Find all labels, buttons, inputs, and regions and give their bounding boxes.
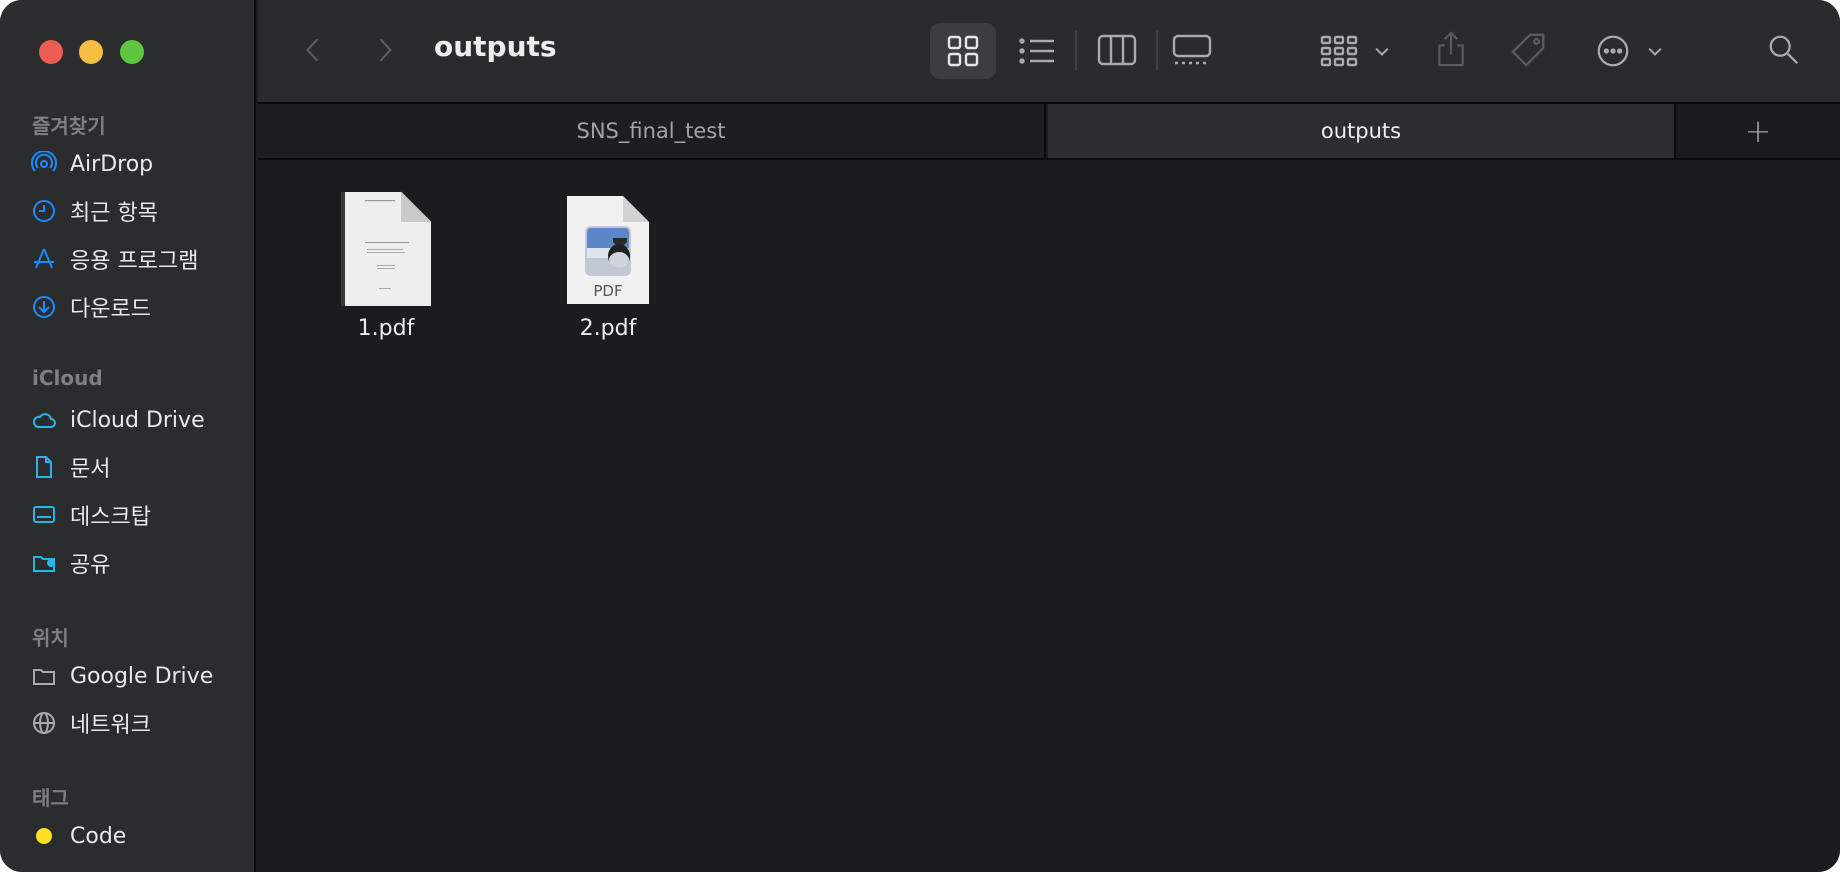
download-icon [30, 293, 58, 321]
finder-window: 즐겨찾기 AirDrop 최근 항목 응용 프로그램 다운로드 iCloud i… [0, 0, 1840, 872]
maximize-button[interactable] [120, 40, 144, 64]
sidebar-item-documents[interactable]: 문서 [30, 447, 248, 487]
forward-button[interactable] [370, 32, 400, 68]
search-button[interactable] [1766, 32, 1802, 68]
sidebar-item-google-drive[interactable]: Google Drive [30, 656, 248, 696]
columns-icon [1097, 34, 1137, 66]
tab-sns-final-test[interactable]: SNS_final_test [258, 104, 1046, 158]
sidebar-item-label: AirDrop [70, 151, 154, 177]
plus-icon: + [1744, 112, 1772, 150]
sidebar-item-label: 데스크탑 [70, 505, 151, 530]
close-button[interactable] [39, 40, 63, 64]
ellipsis-circle-icon [1597, 35, 1629, 67]
gallery-icon [1172, 34, 1212, 65]
chevron-down-icon[interactable] [1643, 40, 1667, 64]
sidebar-item-label: 공유 [70, 553, 111, 578]
chevron-left-icon [306, 38, 319, 62]
pdf-badge: PDF [593, 282, 623, 300]
window-title: outputs [434, 30, 557, 63]
sidebar-item-airdrop[interactable]: AirDrop [30, 144, 248, 184]
sidebar: 즐겨찾기 AirDrop 최근 항목 응용 프로그램 다운로드 iCloud i… [0, 0, 256, 872]
folder-icon [30, 662, 58, 690]
tab-bar: SNS_final_test outputs + [258, 104, 1840, 160]
share-icon [1438, 31, 1464, 67]
group-icon [1320, 35, 1358, 67]
share-button[interactable] [1432, 28, 1470, 70]
group-button[interactable] [1320, 34, 1360, 68]
sidebar-item-downloads[interactable]: 다운로드 [30, 287, 248, 327]
back-button[interactable] [298, 32, 328, 68]
airdrop-icon [30, 150, 58, 178]
sidebar-item-tag-code[interactable]: Code [30, 816, 248, 856]
file-name: 1.pdf [357, 316, 415, 341]
list-icon [1019, 38, 1054, 64]
file-browser: 1.pdf PDF 2.pdf [258, 160, 1840, 872]
grid-icon [946, 34, 980, 68]
shared-folder-icon [30, 549, 58, 577]
sidebar-section-favorites: 즐겨찾기 [32, 114, 106, 138]
sidebar-item-desktop[interactable]: 데스크탑 [30, 495, 248, 535]
chevron-right-icon [379, 38, 392, 62]
file-item[interactable]: 1.pdf [296, 190, 476, 341]
new-tab-button[interactable]: + [1676, 104, 1840, 158]
sidebar-section-tags: 태그 [32, 786, 69, 810]
gallery-view-button[interactable] [1170, 32, 1214, 68]
file-name: 2.pdf [579, 316, 637, 341]
network-icon [30, 709, 58, 737]
sidebar-item-label: Google Drive [70, 663, 214, 689]
tag-button[interactable] [1508, 30, 1550, 70]
sidebar-item-label: 최근 항목 [70, 201, 158, 226]
cloud-icon [30, 406, 58, 434]
chevron-down-icon[interactable] [1370, 40, 1394, 64]
sidebar-item-applications[interactable]: 응용 프로그램 [30, 239, 248, 279]
clock-icon [30, 197, 58, 225]
more-button[interactable] [1594, 32, 1632, 70]
sidebar-item-label: 문서 [70, 457, 111, 482]
applications-icon [30, 245, 58, 273]
sidebar-item-label: 네트워크 [70, 713, 151, 738]
pdf-preview-icon: PDF [563, 190, 653, 308]
minimize-button[interactable] [79, 40, 103, 64]
pdf-thumbnail-icon [339, 190, 433, 308]
sidebar-item-network[interactable]: 네트워크 [30, 703, 248, 743]
sidebar-item-icloud-drive[interactable]: iCloud Drive [30, 400, 248, 440]
yellow-tag-dot [30, 822, 58, 850]
sidebar-item-label: 응용 프로그램 [70, 249, 199, 274]
tab-outputs[interactable]: outputs [1048, 104, 1676, 158]
desktop-icon [30, 501, 58, 529]
file-item[interactable]: PDF 2.pdf [518, 190, 698, 341]
search-icon [1769, 35, 1799, 65]
sidebar-item-label: iCloud Drive [70, 407, 205, 433]
sidebar-section-icloud: iCloud [32, 366, 103, 390]
tag-icon [1511, 33, 1545, 67]
sidebar-item-label: 다운로드 [70, 297, 151, 322]
sidebar-item-shared[interactable]: 공유 [30, 543, 248, 583]
document-icon [30, 453, 58, 481]
sidebar-item-label: Code [70, 823, 127, 849]
list-view-button[interactable] [1018, 34, 1056, 68]
column-view-button[interactable] [1096, 32, 1138, 68]
sidebar-item-recents[interactable]: 최근 항목 [30, 191, 248, 231]
sidebar-section-locations: 위치 [32, 626, 69, 650]
